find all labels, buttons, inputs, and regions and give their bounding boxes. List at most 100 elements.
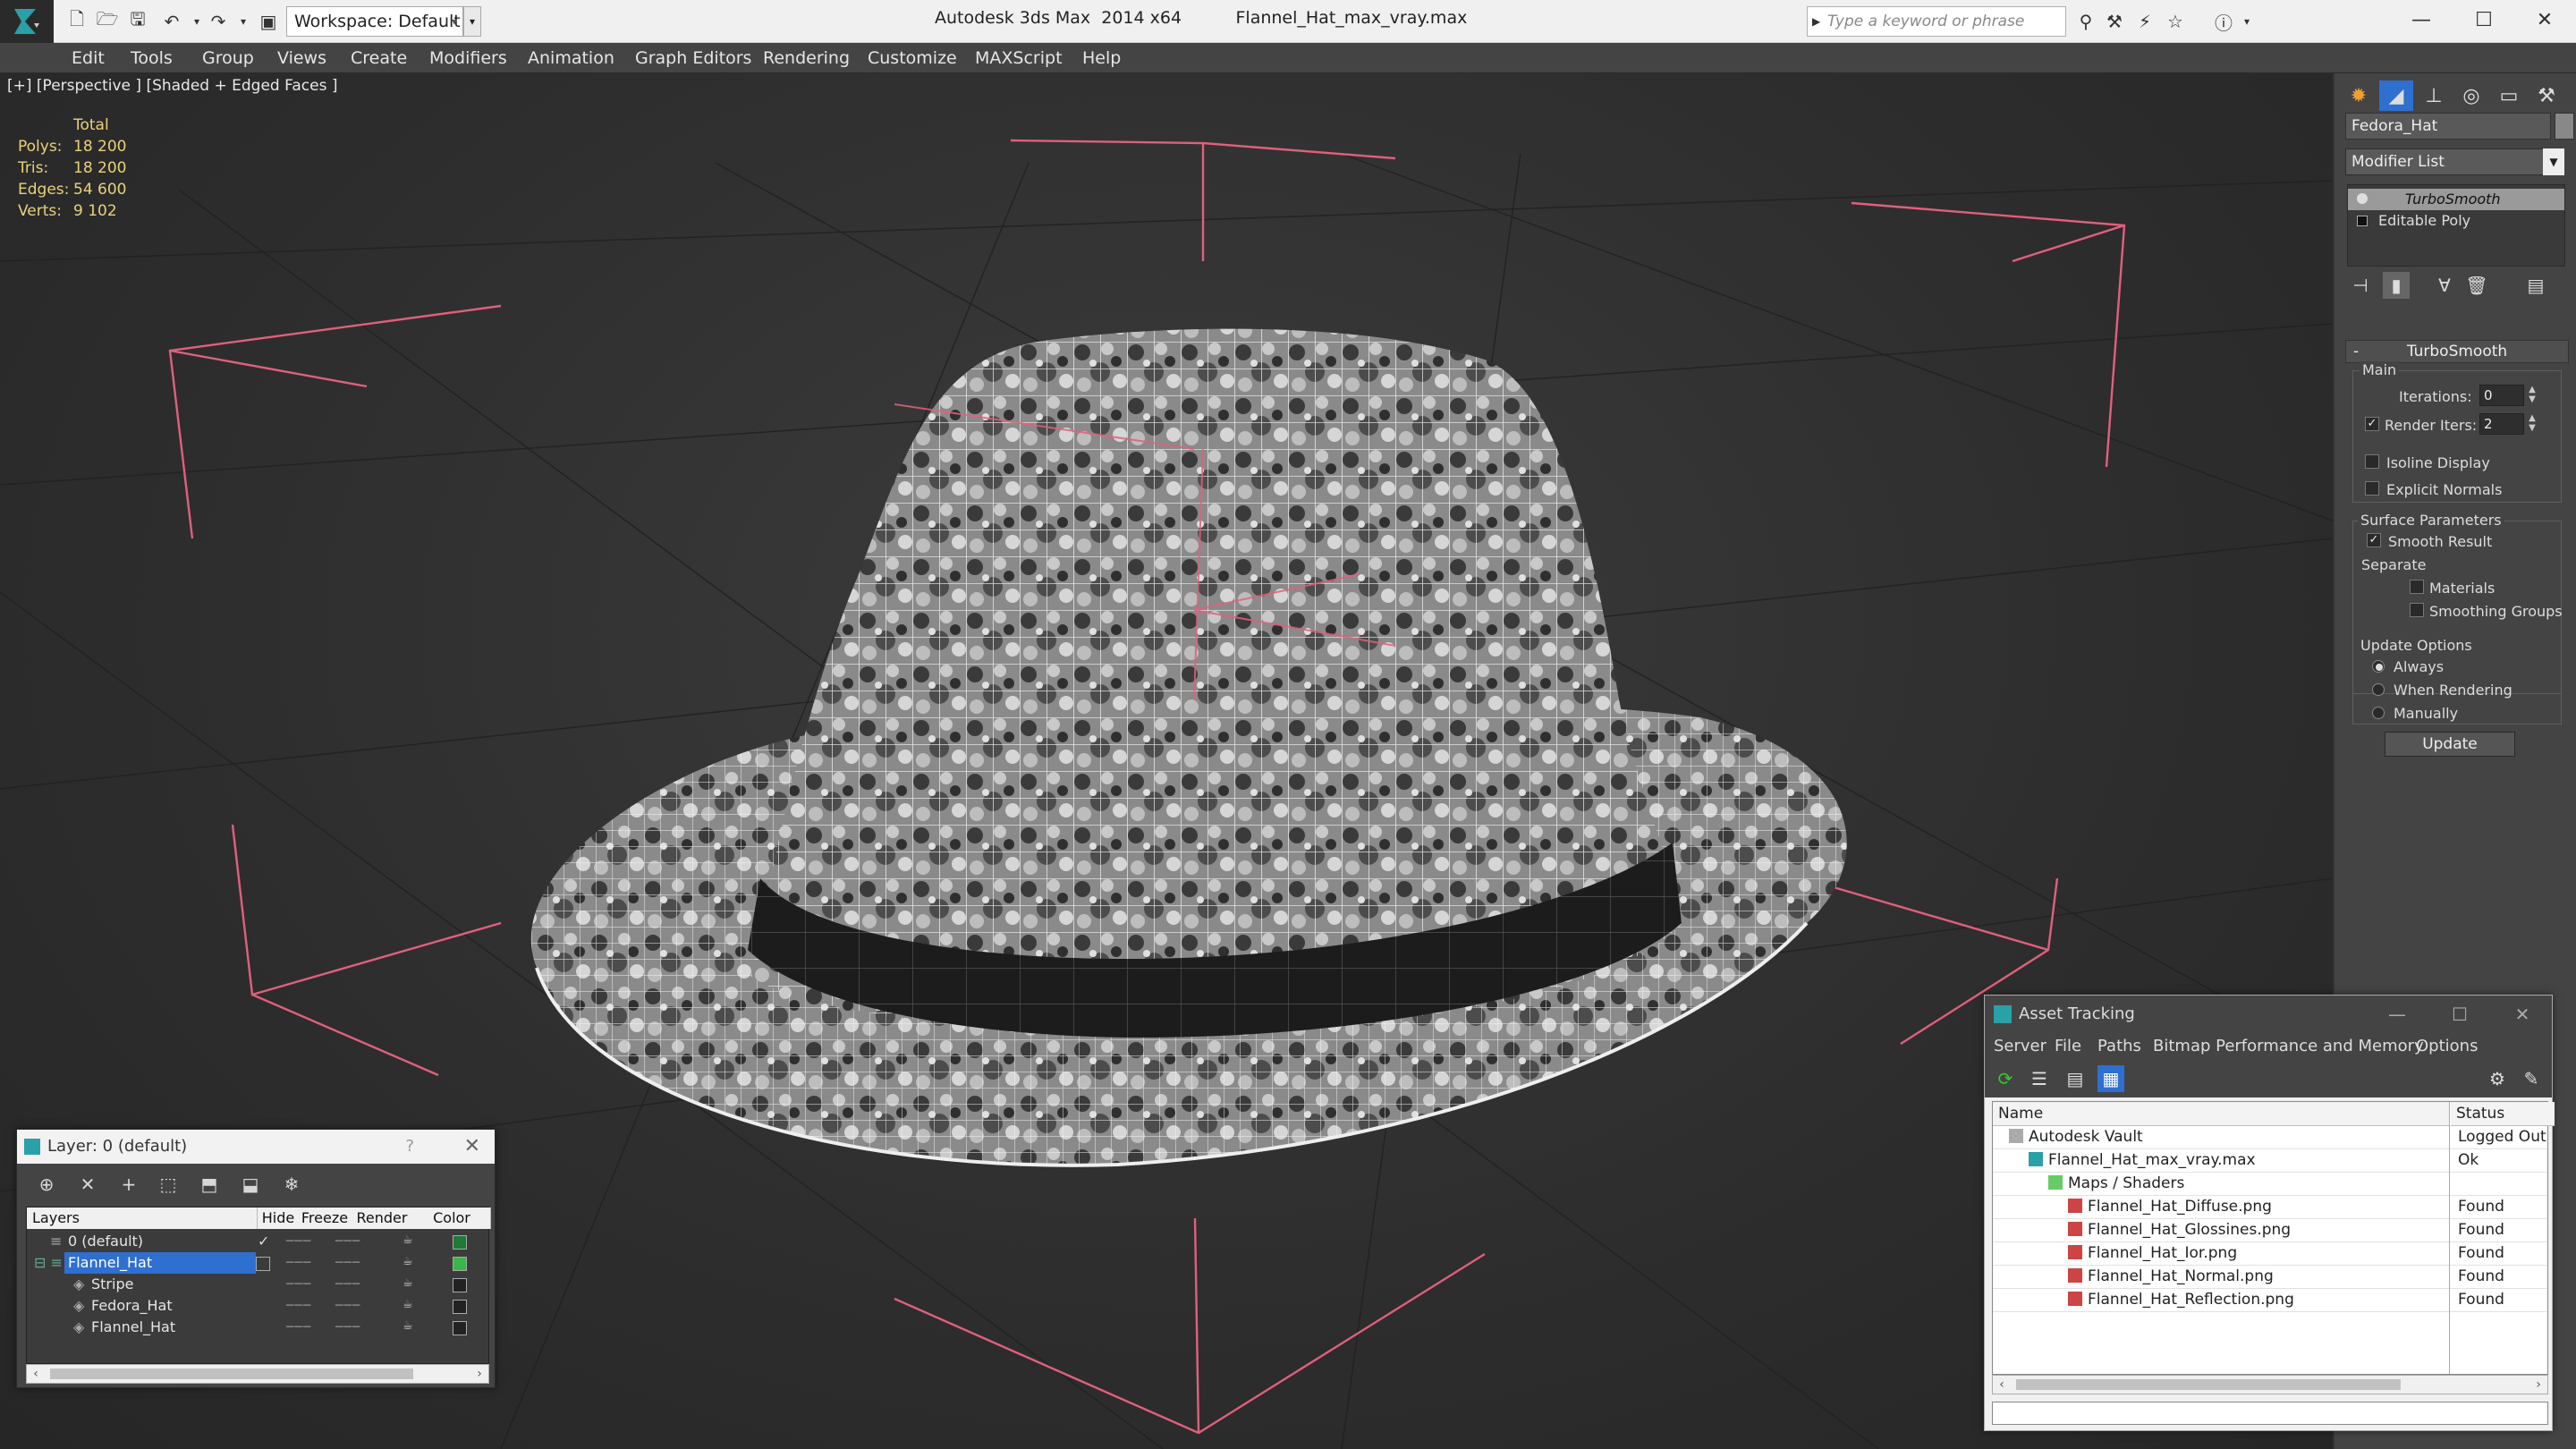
layer-row[interactable]: ◈ Fedora_Hat ─── ─── ☕ bbox=[27, 1295, 488, 1317]
new-layer-icon[interactable]: ⊕ bbox=[33, 1171, 60, 1198]
asset-horizontal-scrollbar[interactable]: ‹ › bbox=[1992, 1375, 2548, 1394]
hide-all-icon[interactable]: ⬓ bbox=[237, 1171, 264, 1198]
settings-icon[interactable]: ✎ bbox=[2518, 1065, 2545, 1092]
redo-dropdown-icon[interactable]: ▾ bbox=[231, 9, 256, 34]
modifier-list-dropdown[interactable]: Modifier List ▼ bbox=[2345, 148, 2564, 175]
layer-horizontal-scrollbar[interactable]: ‹ › bbox=[26, 1364, 489, 1384]
menu-graph-editors[interactable]: Graph Editors bbox=[635, 43, 751, 73]
menu-help[interactable]: Help bbox=[1082, 43, 1121, 73]
asset-row[interactable]: Flannel_Hat_Glossines.png Found bbox=[1993, 1218, 2547, 1242]
viewport-label[interactable]: [+] [Perspective ] [Shaded + Edged Faces… bbox=[7, 77, 337, 95]
layer-color-swatch[interactable] bbox=[453, 1257, 467, 1271]
binoculars-icon[interactable]: ⚲ bbox=[2073, 9, 2098, 34]
menu-views[interactable]: Views bbox=[277, 43, 326, 73]
add-to-layer-icon[interactable]: + bbox=[115, 1171, 142, 1198]
object-name-field[interactable]: Fedora_Hat bbox=[2345, 113, 2551, 140]
menu-file[interactable]: File bbox=[2055, 1033, 2081, 1060]
maximize-button[interactable]: ☐ bbox=[2453, 0, 2515, 39]
communication-icon[interactable]: ⚡ bbox=[2132, 9, 2157, 34]
highlight-layer-icon[interactable]: ⬒ bbox=[196, 1171, 223, 1198]
app-logo-icon[interactable] bbox=[0, 0, 54, 43]
select-objects-icon[interactable]: ⬚ bbox=[155, 1171, 182, 1198]
smooth-result-checkbox[interactable]: ✓ bbox=[2367, 533, 2381, 547]
column-hide[interactable]: Hide bbox=[258, 1208, 300, 1229]
smoothing-groups-checkbox[interactable] bbox=[2410, 603, 2424, 617]
asset-row[interactable]: Flannel_Hat_Diffuse.png Found bbox=[1993, 1195, 2547, 1219]
stack-item-editable-poly[interactable]: Editable Poly bbox=[2348, 210, 2564, 232]
layer-row[interactable]: ≡ 0 (default) ✓ ─── ─── ☕ bbox=[27, 1231, 488, 1252]
modify-tab-icon[interactable]: ◢ bbox=[2379, 80, 2413, 111]
layer-color-swatch[interactable] bbox=[453, 1278, 467, 1292]
show-end-result-icon[interactable]: ▮ bbox=[2383, 272, 2410, 299]
object-color-swatch[interactable] bbox=[2555, 113, 2574, 140]
spinner-arrows-icon[interactable]: ▲ ▼ bbox=[2526, 413, 2538, 435]
isoline-display-checkbox[interactable] bbox=[2365, 454, 2379, 469]
close-icon[interactable]: ✕ bbox=[464, 1130, 480, 1164]
utilities-tab-icon[interactable]: ⚒ bbox=[2529, 80, 2563, 111]
materials-checkbox[interactable] bbox=[2410, 580, 2424, 594]
column-color[interactable]: Color bbox=[413, 1208, 491, 1229]
minimize-button[interactable]: — bbox=[2390, 0, 2453, 39]
redo-icon[interactable]: ↷ bbox=[206, 9, 231, 34]
scroll-left-icon[interactable]: ‹ bbox=[27, 1365, 45, 1383]
teapot-render-icon[interactable]: ☕ bbox=[402, 1320, 417, 1333]
help-dropdown-icon[interactable]: ▾ bbox=[2234, 9, 2259, 34]
undo-icon[interactable]: ↶ bbox=[159, 9, 184, 34]
iterations-spinner[interactable]: 0 bbox=[2479, 385, 2524, 406]
help-icon[interactable]: ? bbox=[405, 1130, 414, 1164]
workspace-selector[interactable]: Workspace: Default ▾ bbox=[286, 6, 463, 37]
vault-help-icon[interactable]: ⚙ bbox=[2484, 1065, 2511, 1092]
menu-edit[interactable]: Edit bbox=[72, 43, 105, 73]
close-button[interactable]: ✕ bbox=[2491, 996, 2554, 1033]
column-freeze[interactable]: Freeze bbox=[299, 1208, 352, 1229]
refresh-icon[interactable]: ⟳ bbox=[1992, 1065, 2019, 1092]
update-button[interactable]: Update bbox=[2385, 732, 2515, 757]
project-folder-icon[interactable]: ▣ bbox=[256, 9, 281, 34]
scroll-right-icon[interactable]: › bbox=[470, 1365, 488, 1383]
save-file-icon[interactable]: 🖫 bbox=[125, 8, 150, 34]
delete-layer-icon[interactable]: ✕ bbox=[74, 1171, 101, 1198]
stack-item-turbosmooth[interactable]: TurboSmooth bbox=[2348, 189, 2564, 210]
render-iters-checkbox[interactable]: ✓ bbox=[2365, 417, 2379, 431]
lightbulb-icon[interactable] bbox=[2357, 193, 2368, 204]
quick-access-dropdown[interactable]: ▾ bbox=[463, 6, 481, 37]
help-icon[interactable]: ⓘ bbox=[2211, 9, 2236, 34]
layer-color-swatch[interactable] bbox=[453, 1235, 467, 1250]
asset-row[interactable]: Maps / Shaders bbox=[1993, 1172, 2547, 1196]
scroll-right-icon[interactable]: › bbox=[2529, 1376, 2547, 1394]
asset-row[interactable]: Flannel_Hat_max_vray.max Ok bbox=[1993, 1148, 2547, 1173]
menu-group[interactable]: Group bbox=[202, 43, 254, 73]
asset-row[interactable]: Flannel_Hat_Ior.png Found bbox=[1993, 1241, 2547, 1266]
maximize-button[interactable]: ☐ bbox=[2428, 996, 2491, 1033]
asset-row[interactable]: Flannel_Hat_Reflection.png Found bbox=[1993, 1288, 2547, 1312]
layer-window-titlebar[interactable]: Layer: 0 (default) bbox=[17, 1130, 495, 1164]
menu-create[interactable]: Create bbox=[351, 43, 407, 73]
manually-radio[interactable] bbox=[2372, 707, 2385, 719]
teapot-render-icon[interactable]: ☕ bbox=[402, 1299, 417, 1311]
scroll-left-icon[interactable]: ‹ bbox=[1993, 1376, 2011, 1394]
favorites-star-icon[interactable]: ☆ bbox=[2163, 9, 2188, 34]
menu-modifiers[interactable]: Modifiers bbox=[429, 43, 507, 73]
when-rendering-radio[interactable] bbox=[2372, 683, 2385, 696]
table-view-icon[interactable]: ▤ bbox=[2062, 1065, 2089, 1092]
column-status[interactable]: Status bbox=[2451, 1102, 2555, 1126]
explicit-normals-checkbox[interactable] bbox=[2365, 481, 2379, 496]
scroll-thumb[interactable] bbox=[50, 1368, 413, 1379]
new-file-icon[interactable]: 🗋 bbox=[64, 8, 89, 34]
turbosmooth-rollout-header[interactable]: - TurboSmooth bbox=[2345, 340, 2569, 363]
layer-row[interactable]: ⊟ ≡ Flannel_Hat ─── ─── ☕ bbox=[27, 1252, 488, 1274]
expand-box-icon[interactable] bbox=[2357, 216, 2368, 226]
menu-rendering[interactable]: Rendering bbox=[763, 43, 850, 73]
menu-bitmap-performance[interactable]: Bitmap Performance and Memory bbox=[2153, 1033, 2424, 1060]
active-layer-box[interactable] bbox=[256, 1257, 270, 1271]
scroll-thumb[interactable] bbox=[2016, 1379, 2401, 1390]
layer-row[interactable]: ◈ Stripe ─── ─── ☕ bbox=[27, 1274, 488, 1295]
asset-row[interactable]: Autodesk Vault Logged Out bbox=[1993, 1125, 2547, 1149]
search-input[interactable]: ▶ Type a keyword or phrase bbox=[1807, 6, 2066, 37]
make-unique-icon[interactable]: ∀ bbox=[2431, 272, 2458, 299]
layer-color-swatch[interactable] bbox=[453, 1321, 467, 1335]
menu-server[interactable]: Server bbox=[1994, 1033, 2046, 1060]
column-name[interactable]: Name bbox=[1993, 1102, 2449, 1126]
teapot-render-icon[interactable]: ☕ bbox=[402, 1256, 417, 1268]
asset-row[interactable]: Flannel_Hat_Normal.png Found bbox=[1993, 1265, 2547, 1289]
